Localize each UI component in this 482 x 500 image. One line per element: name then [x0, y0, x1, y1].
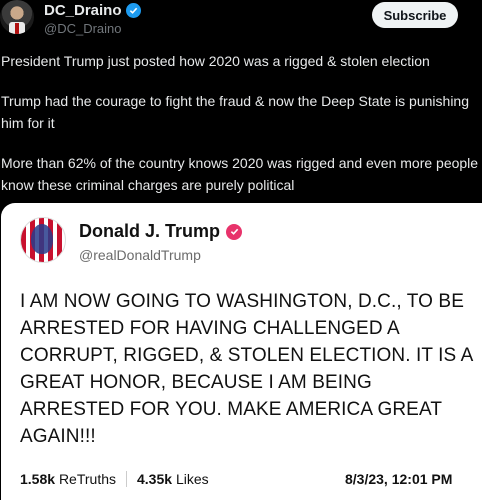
tweet-paragraph: More than 62% of the country knows 2020 …: [1, 155, 479, 193]
verified-badge-icon: [125, 3, 141, 18]
embedded-post-name-row: Donald J. Trump: [79, 221, 243, 242]
author-handle[interactable]: @DC_Draino: [44, 21, 122, 36]
embedded-post-avatar: [20, 217, 66, 263]
likes-count: 4.35k: [137, 471, 173, 487]
author-display-name[interactable]: DC_Draino: [44, 2, 122, 19]
embedded-post-display-name: Donald J. Trump: [79, 221, 221, 241]
embedded-post-handle: @realDonaldTrump: [79, 247, 201, 263]
subscribe-button[interactable]: Subscribe: [372, 2, 458, 28]
embedded-post-stats: 1.58k ReTruths 4.35k Likes: [20, 471, 209, 487]
avatar[interactable]: [0, 0, 34, 34]
embedded-post-text: I AM NOW GOING TO WASHINGTON, D.C., TO B…: [20, 291, 473, 447]
author-name-row[interactable]: DC_Draino: [44, 2, 141, 19]
tweet-paragraph: Trump had the courage to fight the fraud…: [1, 93, 469, 131]
tweet-text: President Trump just posted how 2020 was…: [1, 50, 481, 196]
retruths-label: ReTruths: [58, 471, 116, 487]
verified-badge-icon: [226, 223, 243, 240]
embedded-post-screenshot[interactable]: Donald J. Trump @realDonaldTrump I AM NO…: [1, 203, 482, 500]
tweet-paragraph: President Trump just posted how 2020 was…: [1, 53, 430, 69]
likes-label: Likes: [175, 471, 209, 487]
embedded-post-date: 8/3/23, 12:01 PM: [345, 471, 453, 487]
stats-divider: [126, 471, 127, 487]
avatar-tie: [15, 23, 19, 34]
tweet-header: DC_Draino @DC_Draino Subscribe: [0, 0, 482, 40]
retruths-count: 1.58k: [20, 471, 56, 487]
avatar-portrait: [31, 224, 53, 254]
